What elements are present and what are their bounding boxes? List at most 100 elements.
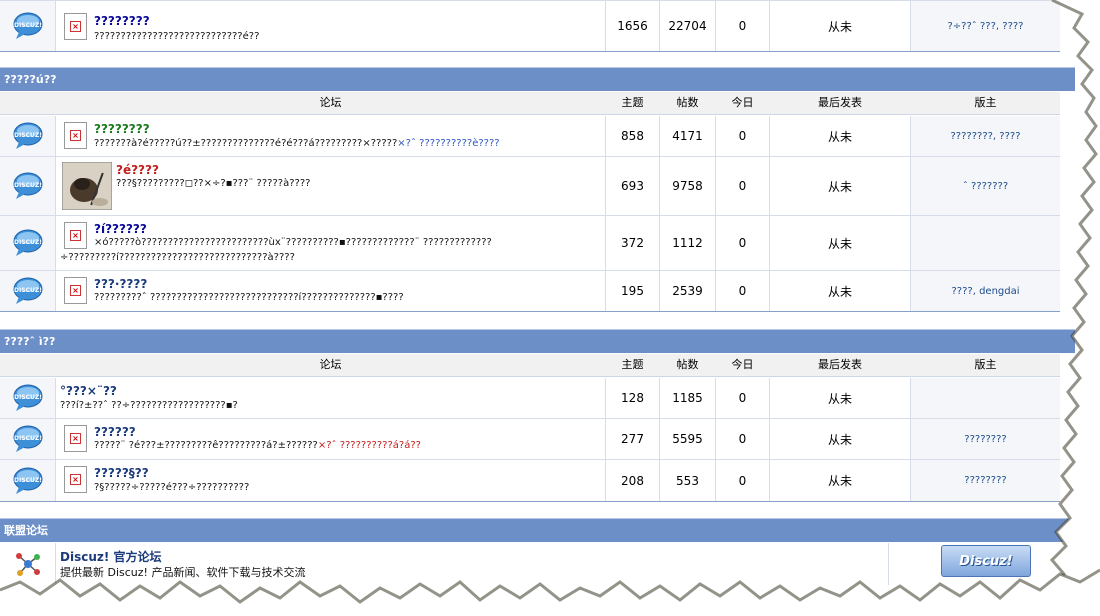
moderators[interactable]: ?÷??ˆ ???, ????	[911, 1, 1060, 51]
last-post: 从未	[770, 378, 911, 418]
topics-count: 208	[606, 460, 660, 501]
posts-count: 9758	[660, 157, 716, 215]
moderators[interactable]	[911, 378, 1060, 418]
today-count: 0	[716, 378, 770, 418]
header-today: 今日	[731, 96, 754, 109]
broken-image-icon: ×	[64, 222, 87, 249]
moderators[interactable]: ????, dengdai	[911, 271, 1060, 311]
category-header[interactable]: ?????ú??	[0, 67, 1075, 91]
posts-count: 1185	[660, 378, 716, 418]
topics-count: 372	[606, 216, 660, 270]
moderators[interactable]: ????????	[911, 419, 1060, 459]
category-header[interactable]: 联盟论坛	[0, 518, 1075, 542]
discuz-bubble-icon: DISCUZ!	[13, 384, 43, 411]
today-count: 0	[716, 116, 770, 156]
forum-row: DISCUZ! × ???·???? ?????????ˆ ??????????…	[0, 271, 1060, 312]
svg-text:DISCUZ!: DISCUZ!	[14, 182, 42, 189]
broken-image-icon: ×	[64, 277, 87, 304]
header-forum: 论坛	[319, 96, 342, 109]
posts-count: 1112	[660, 216, 716, 270]
forum-row: DISCUZ! × ?????§?? ?§?????÷?????é???÷???…	[0, 460, 1060, 502]
header-last-post: 最后发表	[818, 96, 862, 109]
forum-description: ×ó?????ò????????????????????????ùx¨?????…	[94, 237, 492, 248]
broken-image-icon: ×	[64, 13, 87, 40]
discuz-bubble-icon: DISCUZ!	[13, 229, 43, 256]
topics-count: 693	[606, 157, 660, 215]
today-count: 0	[716, 460, 770, 501]
header-moderators: 版主	[974, 358, 997, 371]
forum-description: ???í?±??ˆ ??÷??????????????????▪?	[60, 400, 238, 411]
forum-row: DISCUZ! × ???????? ???????à?é?????ú??±??…	[0, 116, 1060, 157]
forum-description-link[interactable]: ×?ˆ ??????????è????	[397, 138, 499, 149]
moderators[interactable]: ????????, ????	[911, 116, 1060, 156]
header-posts: 帖数	[676, 358, 699, 371]
forum-description-link[interactable]: ×?ˆ ??????????á?á??	[318, 440, 421, 451]
today-count: 0	[716, 216, 770, 270]
svg-text:DISCUZ!: DISCUZ!	[14, 239, 42, 246]
discuz-bubble-icon: DISCUZ!	[13, 425, 43, 452]
last-post: 从未	[770, 1, 911, 51]
header-today: 今日	[731, 358, 754, 371]
header-posts: 帖数	[676, 96, 699, 109]
category-header[interactable]: ????ˆ ì??	[0, 329, 1075, 353]
forum-title[interactable]: ???·????	[94, 277, 147, 291]
last-post: 从未	[770, 460, 911, 501]
discuz-bubble-icon: DISCUZ!	[13, 467, 43, 494]
forum-row: DISCUZ! × ???????? ?????????????????????…	[0, 0, 1060, 52]
forum-title[interactable]: ?????§??	[94, 466, 149, 480]
topics-count: 858	[606, 116, 660, 156]
forum-title[interactable]: °???×¨??	[60, 384, 117, 398]
moderators[interactable]	[911, 216, 1060, 270]
column-header-row: 论坛 主题 帖数 今日 最后发表 版主	[0, 92, 1060, 115]
header-forum: 论坛	[319, 358, 342, 371]
forum-description-line2: ÷?????????í????????????????????????????à…	[60, 252, 295, 263]
forum-index-page: DISCUZ! × ???????? ?????????????????????…	[0, 0, 1100, 616]
moderators[interactable]: ˆ ???????	[911, 157, 1060, 215]
forum-row: DISCUZ! × ?í?????? ×ó?????ò?????????????…	[0, 216, 1060, 271]
today-count: 0	[716, 1, 770, 51]
column-header-row: 论坛 主题 帖数 今日 最后发表 版主	[0, 354, 1060, 377]
moderators[interactable]: ????????	[911, 460, 1060, 501]
discuz-bubble-icon: DISCUZ!	[13, 12, 43, 39]
forum-row: DISCUZ! × ?????? ?????¨ ?é???±?????????ê…	[0, 419, 1060, 460]
forum-description: ???????à?é?????ú??±??????????????é?é???á…	[94, 138, 500, 149]
forum-photo-thumbnail	[62, 162, 112, 210]
forum-row: DISCUZ! ?é???? ???§?????????◻??×÷?▪???¨ …	[0, 157, 1060, 216]
forum-title[interactable]: ??????	[94, 425, 136, 439]
topics-count: 128	[606, 378, 660, 418]
svg-text:DISCUZ!: DISCUZ!	[14, 477, 42, 484]
header-topics: 主题	[621, 358, 644, 371]
last-post: 从未	[770, 419, 911, 459]
today-count: 0	[716, 157, 770, 215]
broken-image-icon: ×	[64, 425, 87, 452]
header-moderators: 版主	[974, 96, 997, 109]
topics-count: 195	[606, 271, 660, 311]
last-post: 从未	[770, 157, 911, 215]
svg-text:DISCUZ!: DISCUZ!	[14, 435, 42, 442]
forum-title[interactable]: ?é????	[116, 163, 159, 177]
posts-count: 5595	[660, 419, 716, 459]
forum-description: ????????????????????????????é??	[94, 31, 260, 42]
broken-image-icon: ×	[64, 466, 87, 493]
forum-description: ?§?????÷?????é???÷??????????	[94, 482, 250, 493]
discuz-bubble-icon: DISCUZ!	[13, 122, 43, 149]
svg-text:DISCUZ!: DISCUZ!	[14, 287, 42, 294]
torn-edge-bottom	[0, 568, 1100, 616]
svg-text:DISCUZ!: DISCUZ!	[14, 394, 42, 401]
last-post: 从未	[770, 116, 911, 156]
posts-count: 553	[660, 460, 716, 501]
today-count: 0	[716, 419, 770, 459]
header-last-post: 最后发表	[818, 358, 862, 371]
svg-text:DISCUZ!: DISCUZ!	[14, 22, 42, 29]
last-post: 从未	[770, 216, 911, 270]
forum-title[interactable]: ????????	[94, 14, 150, 28]
posts-count: 2539	[660, 271, 716, 311]
broken-image-icon: ×	[64, 122, 87, 149]
today-count: 0	[716, 271, 770, 311]
svg-text:DISCUZ!: DISCUZ!	[14, 132, 42, 139]
forum-description: ?????¨ ?é???±?????????ê?????????á?±?????…	[94, 440, 421, 451]
discuz-bubble-icon: DISCUZ!	[13, 277, 43, 304]
forum-title[interactable]: ?í??????	[94, 222, 147, 236]
forum-title[interactable]: ????????	[94, 122, 150, 136]
discuz-bubble-icon: DISCUZ!	[13, 172, 43, 199]
